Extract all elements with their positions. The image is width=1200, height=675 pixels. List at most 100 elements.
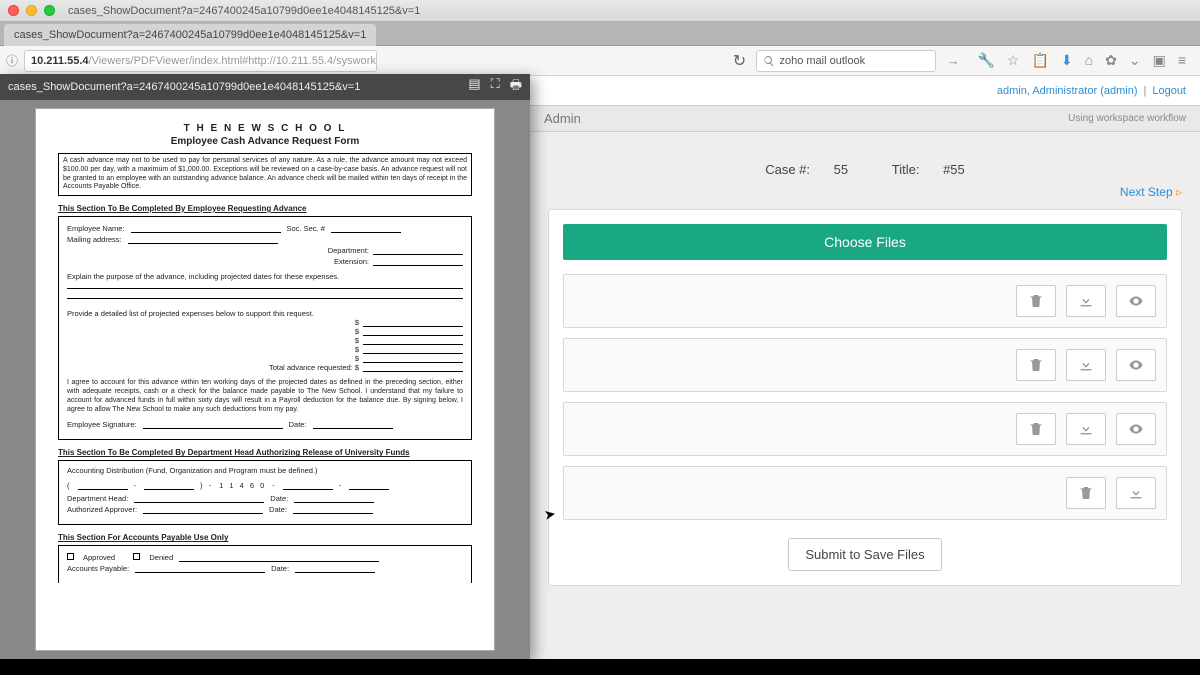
browser-toolbar: ⓘ 10.211.55.4 /Viewers/PDFViewer/index.h…: [0, 46, 1200, 76]
pdf-policy-text: A cash advance may not to be used to pay…: [58, 153, 472, 196]
home-icon[interactable]: ⌂: [1085, 52, 1093, 69]
star-icon[interactable]: ☆: [1007, 52, 1020, 69]
delete-file-button[interactable]: [1016, 413, 1056, 445]
download-file-button[interactable]: [1116, 477, 1156, 509]
browser-tool-icons: 🔧 ☆ 📋 ⬇ ⌂ ✿ ⌄ ▣ ≡: [969, 52, 1194, 69]
clipboard-icon[interactable]: 📋: [1031, 52, 1048, 69]
mailing-label: Mailing address:: [67, 235, 122, 244]
pdf-section2-title: This Section To Be Completed By Departme…: [58, 448, 472, 457]
mouse-cursor-icon: ➤: [543, 505, 558, 524]
search-go-button[interactable]: →: [942, 53, 963, 68]
file-row: [563, 338, 1167, 392]
browser-search-input[interactable]: zoho mail outlook: [756, 50, 936, 72]
detailed-label: Provide a detailed list of projected exp…: [67, 309, 463, 318]
app-header: admin, Administrator (admin) | Logout: [530, 76, 1200, 106]
pdf-scroll-area[interactable]: T H E N E W S C H O O L Employee Cash Ad…: [0, 100, 530, 659]
account-code: 1 1 4 6 0: [219, 481, 266, 490]
pdf-section3-box: Approved Denied Accounts Payable: Date:: [58, 545, 472, 583]
wrench-icon[interactable]: 🔧: [977, 52, 994, 69]
pdf-section3-title: This Section For Accounts Payable Use On…: [58, 533, 472, 542]
denied-checkbox: [133, 553, 140, 560]
app-subheader: Admin Using workspace workflow: [530, 106, 1200, 132]
letterbox-bar: [0, 659, 1200, 675]
case-number: 55: [834, 162, 848, 177]
approved-checkbox: [67, 553, 74, 560]
app-panel: admin, Administrator (admin) | Logout Ad…: [530, 76, 1200, 675]
choose-files-button[interactable]: Choose Files: [563, 224, 1167, 260]
pdf-form-title: Employee Cash Advance Request Form: [58, 136, 472, 147]
workspace-note: Using workspace workflow: [1068, 113, 1186, 124]
view-file-button[interactable]: [1116, 349, 1156, 381]
next-step-label: Next Step: [1120, 185, 1173, 199]
reload-button[interactable]: ↻: [728, 50, 750, 72]
download-icon: [1128, 485, 1144, 501]
date-label: Date:: [289, 420, 307, 429]
date-label-4: Date:: [271, 564, 289, 573]
eye-icon: [1128, 357, 1144, 373]
search-icon: [763, 55, 775, 67]
department-label: Department:: [328, 246, 369, 255]
pdf-toolbar: cases_ShowDocument?a=2467400245a10799d0e…: [0, 74, 530, 100]
eye-icon: [1128, 293, 1144, 309]
menu-icon[interactable]: ≡: [1178, 52, 1186, 69]
total-requested-label: Total advance requested: $: [269, 363, 359, 372]
file-upload-panel: Choose Files: [548, 209, 1182, 586]
file-row: [563, 274, 1167, 328]
download-file-button[interactable]: [1066, 285, 1106, 317]
window-chrome: cases_ShowDocument?a=2467400245a10799d0e…: [0, 0, 1200, 22]
close-window-button[interactable]: [8, 5, 19, 16]
date-label-3: Date:: [269, 505, 287, 514]
nav-label: Admin: [544, 111, 581, 126]
minimize-window-button[interactable]: [26, 5, 37, 16]
explain-label: Explain the purpose of the advance, incl…: [67, 272, 463, 281]
pdf-thumbnails-icon[interactable]: ▤: [468, 76, 480, 98]
download-file-button[interactable]: [1066, 413, 1106, 445]
trash-icon: [1078, 485, 1094, 501]
submit-button[interactable]: Submit to Save Files: [788, 538, 941, 571]
url-host: 10.211.55.4: [31, 55, 89, 67]
user-link[interactable]: admin, Administrator (admin): [997, 85, 1138, 97]
approved-label: Approved: [83, 553, 115, 562]
next-step-arrow-icon: ▹: [1176, 185, 1182, 199]
pdf-print-icon[interactable]: 🖶: [510, 76, 522, 98]
shield-icon[interactable]: ▣: [1153, 52, 1166, 69]
download-icon[interactable]: ⬇: [1061, 52, 1073, 69]
accounts-payable-label: Accounts Payable:: [67, 564, 129, 573]
soc-sec-label: Soc. Sec. #: [287, 224, 325, 233]
pdf-page: T H E N E W S C H O O L Employee Cash Ad…: [35, 108, 495, 651]
delete-file-button[interactable]: [1066, 477, 1106, 509]
pdf-section2-box: Accounting Distribution (Fund, Organizat…: [58, 460, 472, 525]
accounting-label: Accounting Distribution (Fund, Organizat…: [67, 466, 463, 475]
site-info-icon[interactable]: ⓘ: [6, 52, 18, 69]
delete-file-button[interactable]: [1016, 349, 1056, 381]
url-path: /Viewers/PDFViewer/index.html#http://10.…: [89, 55, 378, 67]
next-step-link[interactable]: Next Step ▹: [548, 185, 1182, 209]
browser-tab-bar: cases_ShowDocument?a=2467400245a10799d0e…: [0, 22, 1200, 46]
maximize-window-button[interactable]: [44, 5, 55, 16]
app-content: Case #: 55 Title: #55 Next Step ▹ Choose…: [530, 132, 1200, 675]
browser-tab[interactable]: cases_ShowDocument?a=2467400245a10799d0e…: [4, 24, 376, 46]
case-title-label: Title:: [892, 162, 920, 177]
download-icon: [1078, 357, 1094, 373]
date-label-2: Date:: [270, 494, 288, 503]
pocket-icon[interactable]: ⌄: [1129, 52, 1141, 69]
url-input[interactable]: 10.211.55.4 /Viewers/PDFViewer/index.htm…: [24, 50, 377, 72]
case-title: #55: [943, 162, 965, 177]
extension-icon[interactable]: ✿: [1105, 52, 1117, 69]
pdf-fullscreen-icon[interactable]: ⛶: [491, 76, 500, 98]
emp-name-label: Employee Name:: [67, 224, 125, 233]
pdf-section1-box: Employee Name: Soc. Sec. # Mailing addre…: [58, 216, 472, 440]
agreement-text: I agree to account for this advance with…: [67, 378, 463, 414]
view-file-button[interactable]: [1116, 413, 1156, 445]
search-value: zoho mail outlook: [779, 55, 865, 67]
pdf-section1-title: This Section To Be Completed By Employee…: [58, 204, 472, 213]
view-file-button[interactable]: [1116, 285, 1156, 317]
logout-link[interactable]: Logout: [1152, 85, 1186, 97]
trash-icon: [1028, 357, 1044, 373]
download-file-button[interactable]: [1066, 349, 1106, 381]
delete-file-button[interactable]: [1016, 285, 1056, 317]
window-title: cases_ShowDocument?a=2467400245a10799d0e…: [68, 5, 420, 17]
pdf-toolbar-title: cases_ShowDocument?a=2467400245a10799d0e…: [8, 81, 360, 93]
file-row: [563, 402, 1167, 456]
extension-label: Extension:: [334, 257, 369, 266]
